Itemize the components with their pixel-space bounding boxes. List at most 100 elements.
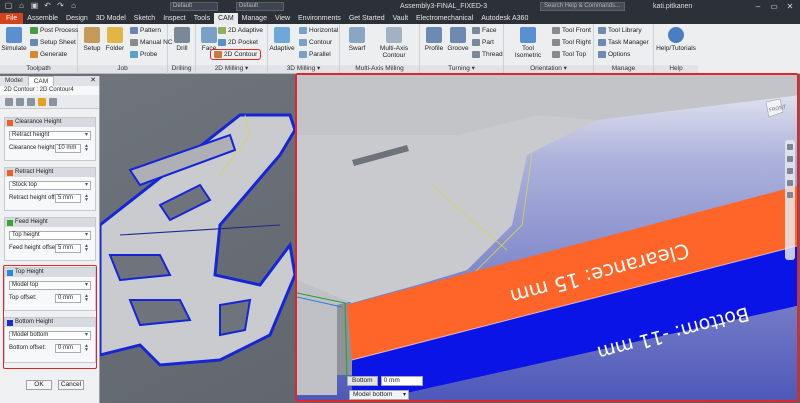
drill-button[interactable]: Drill xyxy=(169,27,195,52)
group-label-2d-milling[interactable]: 2D Milling ▾ xyxy=(196,65,267,73)
tab-autodesk-a360[interactable]: Autodesk A360 xyxy=(477,13,532,24)
spinner-icon[interactable]: ▲ ▼ xyxy=(84,144,89,153)
save-icon[interactable]: ▣ xyxy=(30,1,39,11)
tab-get-started[interactable]: Get Started xyxy=(345,13,389,24)
maximize-icon[interactable]: ▭ xyxy=(766,0,782,13)
horizontal-button[interactable]: Horizontal xyxy=(299,26,338,36)
clearance-from-select[interactable]: Retract height xyxy=(9,131,91,140)
tab-3d-model[interactable]: 3D Model xyxy=(92,13,130,24)
tool-top-button[interactable]: Tool Top xyxy=(552,50,586,60)
spinner-icon[interactable]: ▲ ▼ xyxy=(84,244,89,253)
profile-button[interactable]: Profile xyxy=(421,27,447,52)
task-manager-button[interactable]: Task Manager xyxy=(598,38,649,48)
tab-tools[interactable]: Tools xyxy=(190,13,214,24)
close-icon[interactable]: ✕ xyxy=(782,0,798,13)
look-at-icon[interactable] xyxy=(787,180,793,186)
tab-environments[interactable]: Environments xyxy=(294,13,345,24)
tab-cam-browser[interactable]: CAM xyxy=(27,76,55,86)
clearance-offset-input[interactable]: 10 mm xyxy=(55,144,81,153)
passes-tab-icon[interactable] xyxy=(38,98,46,106)
retract-from-select[interactable]: Stock top xyxy=(9,181,91,190)
tool-front-button[interactable]: Tool Front xyxy=(552,26,591,36)
linking-tab-icon[interactable] xyxy=(49,98,57,106)
full-navigation-wheel-icon[interactable] xyxy=(787,192,793,198)
2d-contour-button[interactable]: 2D Contour xyxy=(210,49,262,60)
tool-tab-icon[interactable] xyxy=(5,98,13,106)
tab-assemble[interactable]: Assemble xyxy=(23,13,62,24)
parallel-button[interactable]: Parallel xyxy=(299,50,331,60)
material-combo[interactable]: Default xyxy=(170,2,218,11)
minimize-icon[interactable]: – xyxy=(750,0,766,13)
feed-offset-input[interactable]: 5 mm xyxy=(55,244,81,253)
2d-adaptive-button[interactable]: 2D Adaptive xyxy=(218,26,263,36)
home-icon[interactable]: ⌂ xyxy=(69,1,78,11)
viewcube[interactable]: FRONT xyxy=(760,96,786,122)
setup-label: Setup xyxy=(83,45,101,52)
open-icon[interactable]: ⌂ xyxy=(17,1,26,11)
2d-pocket-button[interactable]: 2D Pocket xyxy=(218,38,258,48)
options-button[interactable]: Options xyxy=(598,50,630,60)
group-label-orientation[interactable]: Orientation ▾ xyxy=(504,65,593,73)
setup-sheet-button[interactable]: Setup Sheet xyxy=(30,38,76,48)
tool-isometric-button[interactable]: Tool Isometric xyxy=(508,27,548,59)
multi-axis-contour-button[interactable]: Multi-Axis Contour xyxy=(370,27,418,59)
simulate-button[interactable]: Simulate xyxy=(1,27,27,52)
feed-from-select[interactable]: Top height xyxy=(9,231,91,240)
group-label-3d-milling[interactable]: 3D Milling ▾ xyxy=(268,65,339,73)
bottom-mode-dropdown[interactable]: Model bottom xyxy=(349,390,409,400)
ok-button[interactable]: OK xyxy=(26,380,52,390)
pan-icon[interactable] xyxy=(787,144,793,150)
new-icon[interactable]: ▢ xyxy=(4,1,13,11)
tab-manage[interactable]: Manage xyxy=(238,13,271,24)
zoom-icon[interactable] xyxy=(787,156,793,162)
adaptive-label: Adaptive xyxy=(269,45,295,52)
group-label-turning[interactable]: Turning ▾ xyxy=(420,65,503,73)
section-header[interactable]: Clearance Height xyxy=(5,118,95,127)
tool-library-button[interactable]: Tool Library xyxy=(598,26,642,36)
swarf-button[interactable]: Swarf xyxy=(344,27,370,52)
geometry-tab-icon[interactable] xyxy=(16,98,24,106)
manual-nc-button[interactable]: Manual NC xyxy=(130,38,173,48)
contour-button[interactable]: Contour xyxy=(299,38,332,48)
post-process-button[interactable]: Post Process xyxy=(30,26,78,36)
tab-sketch[interactable]: Sketch xyxy=(130,13,159,24)
section-header[interactable]: Retract Height xyxy=(5,168,95,177)
spinner-icon[interactable]: ▲ ▼ xyxy=(84,194,89,203)
tab-inspect[interactable]: Inspect xyxy=(159,13,190,24)
tool-right-button[interactable]: Tool Right xyxy=(552,38,591,48)
panel-close-icon[interactable]: ✕ xyxy=(90,76,99,86)
tab-model[interactable]: Model xyxy=(0,76,28,86)
heights-tab-icon[interactable] xyxy=(27,98,35,106)
probe-button[interactable]: Probe xyxy=(130,50,157,60)
folder-button[interactable]: Folder xyxy=(102,27,128,52)
help-tutorials-button[interactable]: Help/Tutorials xyxy=(655,27,697,52)
tab-electromechanical[interactable]: Electromechanical xyxy=(412,13,477,24)
tab-cam[interactable]: CAM xyxy=(214,13,238,24)
turning-face-button[interactable]: Face xyxy=(472,26,496,36)
tab-vault[interactable]: Vault xyxy=(389,13,412,24)
redo-icon[interactable]: ↷ xyxy=(56,1,65,11)
generate-label: Generate xyxy=(40,51,68,58)
pattern-button[interactable]: Pattern xyxy=(130,26,161,36)
search-input[interactable]: Search Help & Commands... xyxy=(540,2,625,11)
cancel-button[interactable]: Cancel xyxy=(58,380,84,390)
retract-offset-input[interactable]: 5 mm xyxy=(55,194,81,203)
detail-view[interactable]: Clearance: 15 mm Bottom: -11 mm xyxy=(295,73,799,402)
manual-nc-icon xyxy=(130,38,138,46)
groove-button[interactable]: Groove xyxy=(445,27,471,52)
section-header[interactable]: Feed Height xyxy=(5,218,95,227)
groove-label: Groove xyxy=(447,45,469,52)
user-name[interactable]: kati.pitkanen xyxy=(653,1,692,12)
part-button[interactable]: Part xyxy=(472,38,494,48)
adaptive-button[interactable]: Adaptive xyxy=(269,27,295,52)
tab-design[interactable]: Design xyxy=(62,13,92,24)
bottom-height-input[interactable]: 0 mm xyxy=(380,376,423,386)
thread-button[interactable]: Thread xyxy=(472,50,503,60)
undo-icon[interactable]: ↶ xyxy=(43,1,52,11)
tab-view[interactable]: View xyxy=(271,13,294,24)
appearance-combo[interactable]: Default xyxy=(236,2,284,11)
highlight-top-bottom-sections xyxy=(3,265,97,369)
generate-button[interactable]: Generate xyxy=(30,50,67,60)
tab-file[interactable]: File xyxy=(0,13,24,24)
orbit-icon[interactable] xyxy=(787,168,793,174)
